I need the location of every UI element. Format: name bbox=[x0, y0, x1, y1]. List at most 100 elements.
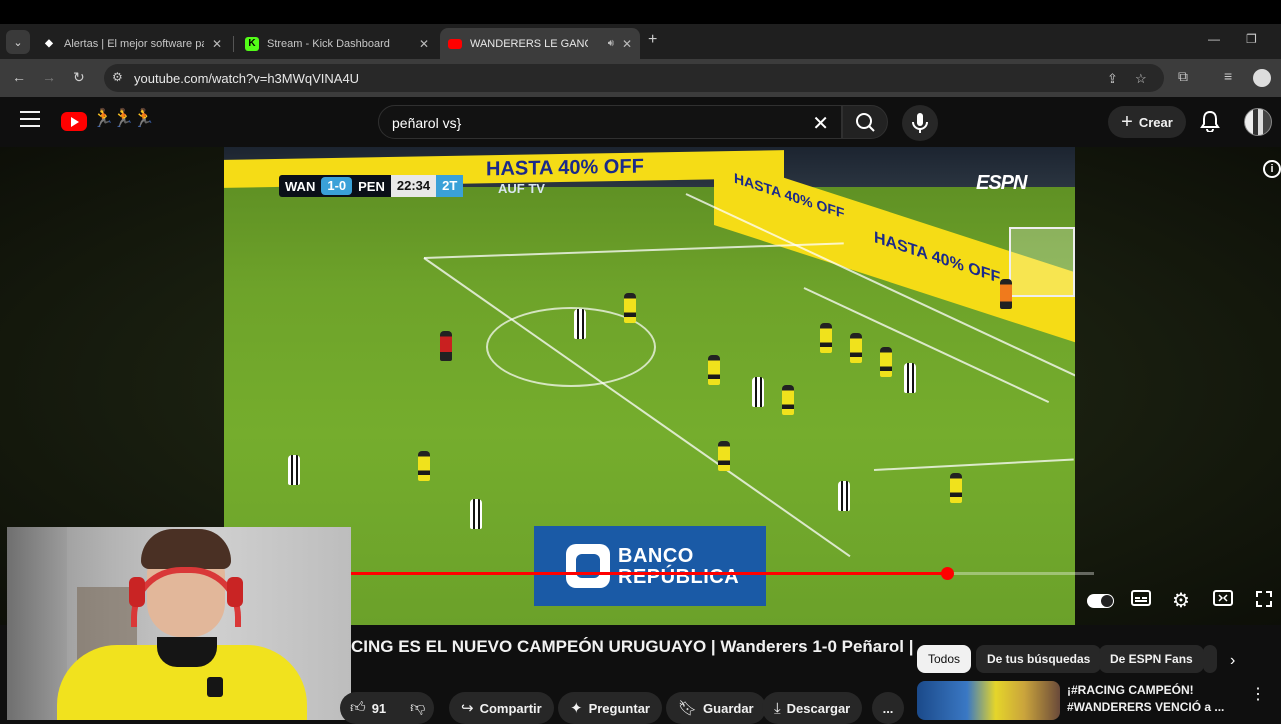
site-info-icon[interactable]: ⚙ bbox=[112, 70, 123, 84]
share-button[interactable]: ↪ Compartir bbox=[449, 692, 554, 724]
like-count[interactable]: 91 bbox=[372, 701, 386, 716]
install-app-icon[interactable]: ⇪ bbox=[1107, 71, 1118, 87]
chip-de-tus-busquedas[interactable]: De tus búsquedas bbox=[976, 645, 1102, 673]
new-tab-button[interactable]: + bbox=[648, 31, 657, 49]
extensions-icon[interactable]: ⧉ bbox=[1178, 68, 1188, 85]
search-input[interactable]: peñarol vs} ✕ bbox=[378, 105, 842, 139]
penarol-player bbox=[782, 385, 794, 415]
recommended-video-title-line1[interactable]: ¡#RACING CAMPEÓN! bbox=[1067, 683, 1194, 697]
penarol-player bbox=[820, 323, 832, 353]
plus-icon: + bbox=[1121, 110, 1133, 133]
tab-label: WANDERERS LE GANÓ A PE bbox=[470, 37, 588, 50]
video-player[interactable]: HASTA 40% OFF HASTA 40% OFF HASTA 40% OF… bbox=[224, 147, 1075, 625]
chevron-right-icon[interactable]: › bbox=[1230, 652, 1235, 670]
ad-board-text: HASTA 40% OFF bbox=[486, 155, 644, 181]
sponsor-line1: BANCO bbox=[618, 545, 694, 567]
ask-button[interactable]: ✦ Preguntar bbox=[558, 692, 662, 724]
notifications-bell-icon[interactable] bbox=[1200, 110, 1220, 132]
theater-mode-icon[interactable] bbox=[1213, 590, 1233, 611]
chip-de-espn-fans[interactable]: De ESPN Fans bbox=[1099, 645, 1204, 673]
restore-icon[interactable]: ❐ bbox=[1246, 32, 1257, 46]
settings-gear-icon[interactable]: ⚙ bbox=[1172, 588, 1190, 613]
media-control-icon[interactable]: ≡ bbox=[1224, 68, 1232, 84]
reload-icon[interactable]: ↻ bbox=[73, 69, 85, 86]
espn-logo: ESPN bbox=[976, 172, 1027, 194]
wanderers-player bbox=[470, 499, 482, 529]
penarol-player bbox=[418, 451, 430, 481]
youtube-logo[interactable] bbox=[61, 112, 87, 131]
thumbs-up-icon[interactable]: 👍︎ bbox=[350, 699, 366, 717]
goalkeeper bbox=[1000, 279, 1012, 309]
minimize-icon[interactable]: — bbox=[1208, 32, 1220, 46]
voice-search-button[interactable] bbox=[902, 105, 938, 141]
tab-label: Alertas | El mejor software para bbox=[64, 37, 204, 50]
subtitles-icon[interactable] bbox=[1131, 590, 1151, 611]
clear-search-icon[interactable]: ✕ bbox=[812, 111, 829, 136]
fullscreen-icon[interactable] bbox=[1255, 590, 1273, 613]
speaker-icon[interactable]: 🔊︎ bbox=[608, 38, 614, 49]
sparkle-icon: ✦ bbox=[570, 700, 583, 717]
download-label: Descargar bbox=[786, 700, 851, 716]
address-bar: ← → ↻ ⚙ youtube.com/watch?v=h3MWqVINA4U … bbox=[0, 59, 1281, 97]
close-icon[interactable]: ✕ bbox=[419, 37, 429, 51]
menu-icon[interactable] bbox=[20, 111, 40, 127]
wanderers-player bbox=[838, 481, 850, 511]
back-icon[interactable]: ← bbox=[12, 69, 26, 85]
kick-icon: K bbox=[245, 36, 259, 51]
progress-played bbox=[350, 572, 947, 575]
search-button[interactable] bbox=[842, 105, 888, 139]
chip-todos[interactable]: Todos bbox=[917, 645, 972, 673]
jersey-crest bbox=[207, 677, 223, 697]
recommended-video-thumbnail[interactable] bbox=[917, 681, 1060, 720]
more-vertical-icon[interactable]: ⋮ bbox=[1250, 684, 1266, 704]
save-label: Guardar bbox=[703, 700, 754, 716]
streamer-hair bbox=[141, 529, 231, 569]
referee bbox=[440, 331, 452, 361]
penarol-player bbox=[880, 347, 892, 377]
autoplay-toggle[interactable] bbox=[1087, 594, 1114, 608]
wanderers-player bbox=[288, 455, 300, 485]
save-button[interactable]: 🔖︎ Guardar bbox=[666, 692, 766, 724]
thumbs-down-icon[interactable]: 👎︎ bbox=[410, 699, 425, 717]
progress-scrubber[interactable] bbox=[940, 567, 954, 580]
chip-overflow[interactable] bbox=[1203, 645, 1217, 673]
home-team: WAN bbox=[285, 178, 316, 194]
tab-youtube-video[interactable]: WANDERERS LE GANÓ A PE 🔊︎ ✕ bbox=[440, 28, 640, 59]
close-icon[interactable]: ✕ bbox=[622, 37, 632, 51]
microphone-icon bbox=[912, 113, 928, 133]
close-icon[interactable]: ✕ bbox=[212, 37, 222, 51]
tab-label: Stream - Kick Dashboard bbox=[267, 37, 390, 50]
bookmark-star-icon[interactable]: ☆ bbox=[1135, 71, 1147, 87]
info-icon[interactable]: i bbox=[1263, 160, 1281, 178]
create-button[interactable]: + Crear bbox=[1108, 106, 1186, 138]
like-dislike-group: 👍︎ 91 👎︎ bbox=[340, 692, 434, 724]
tab-search-chevron-icon[interactable]: ⌄ bbox=[6, 30, 30, 54]
omnibox[interactable]: ⚙ youtube.com/watch?v=h3MWqVINA4U ⇪ ☆ bbox=[104, 64, 1164, 92]
url-text[interactable]: youtube.com/watch?v=h3MWqVINA4U bbox=[134, 71, 359, 86]
search-query[interactable]: peñarol vs} bbox=[392, 115, 461, 131]
wanderers-player bbox=[752, 377, 764, 407]
headset-earcup bbox=[227, 577, 243, 607]
headset-earcup bbox=[129, 577, 145, 607]
match-half: 2T bbox=[436, 175, 464, 197]
sponsor-banner: BANCO REPÚBLICA bbox=[534, 526, 766, 606]
bookmark-icon: 🔖︎ bbox=[678, 700, 698, 717]
penarol-player bbox=[624, 293, 636, 323]
create-label: Crear bbox=[1138, 114, 1173, 130]
more-icon: ... bbox=[882, 700, 894, 716]
profile-avatar[interactable] bbox=[1253, 69, 1271, 87]
tab-kick-dashboard[interactable]: K Stream - Kick Dashboard ✕ bbox=[237, 28, 437, 59]
tab-divider bbox=[233, 36, 234, 52]
forward-icon[interactable]: → bbox=[42, 69, 56, 85]
doodle-logo[interactable]: 🏃🏃🏃 bbox=[92, 108, 155, 129]
diamond-icon: ◆ bbox=[45, 38, 53, 49]
browser-tabstrip: ⌄ ◆ Alertas | El mejor software para ✕ K… bbox=[0, 0, 1281, 60]
tab-alertas[interactable]: ◆ Alertas | El mejor software para ✕ bbox=[34, 28, 230, 59]
more-actions-button[interactable]: ... bbox=[872, 692, 904, 724]
download-button[interactable]: ⤓ Descargar bbox=[762, 692, 863, 724]
recommended-video-title-line2[interactable]: #WANDERERS VENCIÓ a ... bbox=[1067, 700, 1224, 714]
account-avatar[interactable] bbox=[1244, 108, 1272, 136]
progress-bar[interactable] bbox=[350, 567, 1094, 580]
pitch-line bbox=[423, 242, 844, 259]
youtube-masthead: 🏃🏃🏃 peñarol vs} ✕ + Crear bbox=[0, 97, 1281, 147]
